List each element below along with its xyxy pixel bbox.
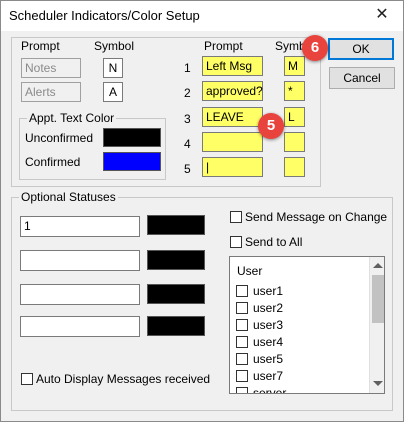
row-number: 4: [184, 137, 191, 151]
notes-prompt-field: Notes: [21, 58, 81, 78]
custom-symbol-input-2[interactable]: *: [284, 81, 305, 101]
confirmed-label: Confirmed: [25, 155, 81, 169]
title-bar: Scheduler Indicators/Color Setup ✕: [1, 1, 403, 31]
user-name: user4: [253, 335, 284, 349]
step-callout-5: 5: [258, 113, 284, 139]
notes-symbol-input[interactable]: N: [103, 58, 123, 78]
status-input-2[interactable]: [20, 250, 140, 271]
status-color-swatch-4[interactable]: [147, 316, 205, 336]
auto-display-checkbox[interactable]: [21, 373, 33, 385]
custom-symbol-input-5[interactable]: [284, 157, 305, 177]
user-name: user3: [253, 318, 284, 332]
custom-prompt-input-4[interactable]: [202, 132, 263, 152]
user-name: user5: [253, 352, 284, 366]
custom-prompt-input-3[interactable]: LEAVE: [202, 107, 263, 127]
user-list-scrollbar[interactable]: [369, 257, 384, 393]
row-number: 5: [184, 162, 191, 176]
custom-prompt-input-2[interactable]: approved?: [202, 81, 263, 101]
user-checkbox[interactable]: [236, 302, 248, 314]
user-checkbox[interactable]: [236, 370, 248, 382]
row-number: 3: [184, 112, 191, 126]
user-checkbox[interactable]: [236, 353, 248, 365]
row-number: 2: [184, 86, 191, 100]
scroll-up-arrow-icon[interactable]: [373, 263, 383, 268]
send-message-checkbox[interactable]: [230, 211, 242, 223]
custom-prompt-input-1[interactable]: Left Msg: [202, 56, 263, 76]
user-checkbox[interactable]: [236, 336, 248, 348]
custom-symbol-input-4[interactable]: [284, 132, 305, 152]
confirmed-color-swatch[interactable]: [103, 152, 161, 171]
step-callout-6: 6: [302, 35, 328, 61]
unconfirmed-color-swatch[interactable]: [103, 128, 161, 147]
scroll-thumb[interactable]: [372, 275, 384, 323]
custom-symbol-input-3[interactable]: L: [284, 107, 305, 127]
user-checkbox[interactable]: [236, 387, 248, 393]
user-checkbox[interactable]: [236, 285, 248, 297]
status-color-swatch-1[interactable]: [147, 215, 205, 235]
status-color-swatch-3[interactable]: [147, 284, 205, 304]
status-input-4[interactable]: [20, 316, 140, 337]
status-input-1[interactable]: 1: [20, 216, 140, 237]
user-name: user2: [253, 301, 284, 315]
custom-prompt-header: Prompt: [204, 39, 243, 53]
window-title: Scheduler Indicators/Color Setup: [9, 8, 200, 23]
ok-button[interactable]: OK: [328, 38, 394, 60]
send-message-label: Send Message on Change: [245, 210, 388, 224]
user-name: user1: [253, 284, 284, 298]
appt-text-color-caption: Appt. Text Color: [27, 111, 117, 125]
scroll-down-arrow-icon[interactable]: [373, 381, 383, 386]
alerts-symbol-input[interactable]: A: [103, 82, 123, 102]
user-list[interactable]: User user1 user2 user3 user4 user5 user7…: [229, 256, 385, 394]
user-name: server: [253, 386, 287, 394]
user-checkbox[interactable]: [236, 319, 248, 331]
status-input-3[interactable]: [20, 284, 140, 305]
status-color-swatch-2[interactable]: [147, 250, 205, 270]
send-to-all-label: Send to All: [245, 235, 303, 249]
symbol-header: Symbol: [94, 39, 135, 53]
custom-symbol-input-1[interactable]: M: [284, 56, 305, 76]
dialog-window: Scheduler Indicators/Color Setup ✕ Promp…: [0, 0, 404, 422]
prompt-header: Prompt: [21, 39, 60, 53]
send-to-all-checkbox[interactable]: [230, 236, 242, 248]
unconfirmed-label: Unconfirmed: [25, 131, 94, 145]
user-name: user7: [253, 369, 284, 383]
close-icon[interactable]: ✕: [371, 4, 393, 26]
alerts-prompt-field: Alerts: [21, 82, 81, 102]
cancel-button[interactable]: Cancel: [329, 67, 395, 89]
row-number: 1: [184, 61, 191, 75]
auto-display-label: Auto Display Messages received: [36, 372, 211, 386]
optional-statuses-caption: Optional Statuses: [19, 190, 118, 204]
user-list-header: User: [237, 264, 263, 278]
custom-prompt-input-5[interactable]: |: [202, 157, 263, 177]
